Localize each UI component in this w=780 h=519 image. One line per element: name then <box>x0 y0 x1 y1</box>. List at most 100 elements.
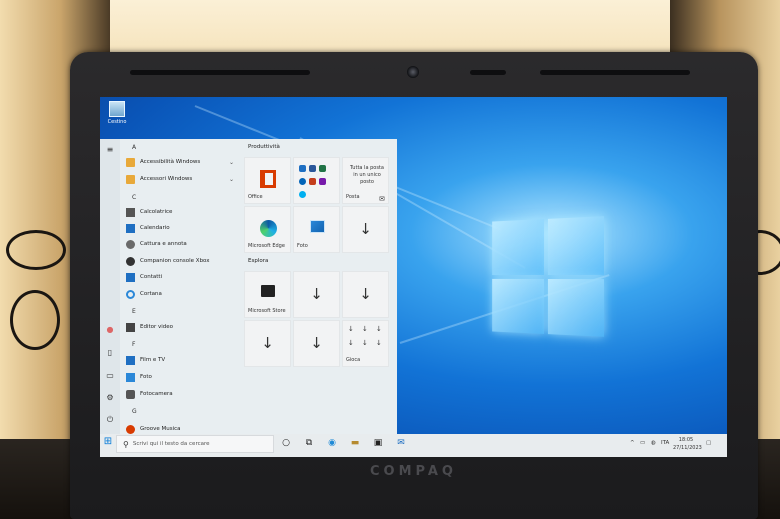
hamburger-icon[interactable]: ≡ <box>105 145 115 154</box>
battery-icon[interactable]: ▭ <box>640 440 645 446</box>
pictures-icon[interactable]: ▭ <box>105 371 115 380</box>
app-fotocamera[interactable]: Fotocamera <box>120 386 240 402</box>
app-contatti[interactable]: Contatti <box>120 269 240 285</box>
user-icon[interactable]: ● <box>105 325 115 334</box>
file-explorer-icon[interactable]: ▬ <box>349 437 361 449</box>
app-cattura[interactable]: Cattura e annota <box>120 236 240 252</box>
tile-edge[interactable]: Microsoft Edge <box>244 206 291 253</box>
settings-icon[interactable]: ⚙ <box>105 393 115 402</box>
taskbar: ⊞ ⚲ Scrivi qui il testo da cercare ○ ⧉ ◉… <box>100 434 727 457</box>
app-label: Film e TV <box>140 357 166 363</box>
search-icon: ⚲ <box>123 439 129 449</box>
app-calendario[interactable]: Calendario <box>120 220 240 236</box>
excel-icon <box>319 165 326 172</box>
desktop-icon-label: Cestino <box>107 119 127 125</box>
tile-download[interactable]: ↓ <box>342 206 389 253</box>
letter-header-a[interactable]: A <box>132 144 136 151</box>
film-icon <box>126 355 135 365</box>
tray-chevron[interactable]: ^ <box>630 440 635 446</box>
download-icon: ↓ <box>359 219 372 238</box>
tile-download[interactable]: ↓ <box>244 320 291 367</box>
cable <box>10 290 60 350</box>
mail-icon: ✉ <box>379 195 385 203</box>
tile-play-folder[interactable]: ↓ ↓ ↓ ↓ ↓ ↓ Gioca <box>342 320 389 367</box>
app-label: Companion console Xbox <box>140 258 210 264</box>
skype-icon <box>299 191 306 198</box>
tile-label: Microsoft Edge <box>248 243 285 249</box>
app-cortana[interactable]: Cortana <box>120 286 240 302</box>
tile-mail[interactable]: Tutta la posta in un unico posto Posta ✉ <box>342 157 389 204</box>
start-rail: ≡ ● ▯ ▭ ⚙ ⏻ <box>100 139 120 437</box>
app-label: Contatti <box>140 274 163 280</box>
letter-header-g[interactable]: G <box>132 408 137 415</box>
task-view-icon[interactable]: ⧉ <box>303 437 315 449</box>
windows-logo-wallpaper <box>492 216 605 337</box>
store-icon <box>261 285 275 297</box>
clock-time: 18:05 <box>678 437 694 443</box>
onenote-icon <box>319 178 326 185</box>
notifications-icon[interactable]: ▢ <box>706 440 711 446</box>
chevron-down-icon: ⌄ <box>228 158 234 166</box>
app-calcolatrice[interactable]: Calcolatrice <box>120 204 240 220</box>
outlook-icon <box>299 165 306 172</box>
onedrive-icon <box>299 178 306 185</box>
xbox-icon <box>126 256 135 266</box>
tile-download[interactable]: ↓ <box>293 320 340 367</box>
cortana-icon[interactable]: ○ <box>280 437 292 449</box>
tile-download[interactable]: ↓ <box>293 271 340 318</box>
recycle-bin-desktop-icon[interactable]: Cestino <box>106 101 128 125</box>
app-accessori[interactable]: Accessori Windows ⌄ <box>120 171 240 187</box>
document-icon[interactable]: ▯ <box>105 348 115 357</box>
app-foto[interactable]: Foto <box>120 369 240 385</box>
music-icon <box>126 424 135 434</box>
tile-office[interactable]: Office <box>244 157 291 204</box>
download-icon: ↓ <box>310 333 323 352</box>
app-label: Editor video <box>140 324 174 330</box>
letter-header-f[interactable]: F <box>132 341 135 348</box>
folder-icon <box>126 174 135 184</box>
folder-icon <box>126 157 135 167</box>
desktop-screen[interactable]: Cestino ≡ ● ▯ ▭ ⚙ ⏻ A Accessibilità Wind… <box>100 97 727 457</box>
taskbar-clock[interactable]: 18:05 27/11/2023 <box>673 436 702 452</box>
tile-store[interactable]: Microsoft Store <box>244 271 291 318</box>
tile-foto[interactable]: Foto <box>293 206 340 253</box>
mail-icon[interactable]: ✉ <box>395 437 407 449</box>
download-icon: ↓ <box>362 339 368 347</box>
app-label: Calcolatrice <box>140 209 173 215</box>
calculator-icon <box>126 207 135 217</box>
power-icon[interactable]: ⏻ <box>105 415 115 424</box>
contacts-icon <box>126 272 135 282</box>
search-box[interactable]: ⚲ Scrivi qui il testo da cercare <box>116 435 274 453</box>
tile-office-apps[interactable] <box>293 157 340 204</box>
store-icon[interactable]: ▣ <box>372 437 384 449</box>
app-label: Cortana <box>140 291 162 297</box>
webcam <box>407 66 419 78</box>
start-button[interactable]: ⊞ <box>101 436 115 452</box>
start-menu: ≡ ● ▯ ▭ ⚙ ⏻ A Accessibilità Windows ⌄ Ac… <box>100 139 397 437</box>
network-icon[interactable]: ◍ <box>651 440 656 446</box>
letter-header-e[interactable]: E <box>132 308 136 315</box>
edge-icon[interactable]: ◉ <box>326 437 338 449</box>
tray-lang[interactable]: ITA <box>661 440 669 446</box>
edge-icon <box>260 220 277 237</box>
letter-header-c[interactable]: C <box>132 194 136 201</box>
tile-download[interactable]: ↓ <box>342 271 389 318</box>
tile-mail-text: Tutta la posta in un unico posto <box>350 165 384 185</box>
app-list[interactable]: A Accessibilità Windows ⌄ Accessori Wind… <box>120 139 244 437</box>
app-film[interactable]: Film e TV <box>120 352 240 368</box>
group-label-explore[interactable]: Esplora <box>248 258 268 264</box>
app-accessibilita[interactable]: Accessibilità Windows ⌄ <box>120 154 240 170</box>
download-icon: ↓ <box>376 339 382 347</box>
app-companion[interactable]: Companion console Xbox <box>120 253 240 269</box>
app-editor[interactable]: Editor video <box>120 319 240 335</box>
tile-label: Foto <box>297 243 308 249</box>
video-editor-icon <box>126 322 135 332</box>
recycle-bin-icon <box>109 101 125 117</box>
tile-label: Posta <box>346 194 360 200</box>
camera-icon <box>126 389 135 399</box>
tile-label: Office <box>248 194 263 200</box>
word-icon <box>309 165 316 172</box>
group-label-productivity[interactable]: Produttività <box>248 144 280 150</box>
clock-date: 27/11/2023 <box>673 445 702 451</box>
office-icon <box>260 170 276 188</box>
